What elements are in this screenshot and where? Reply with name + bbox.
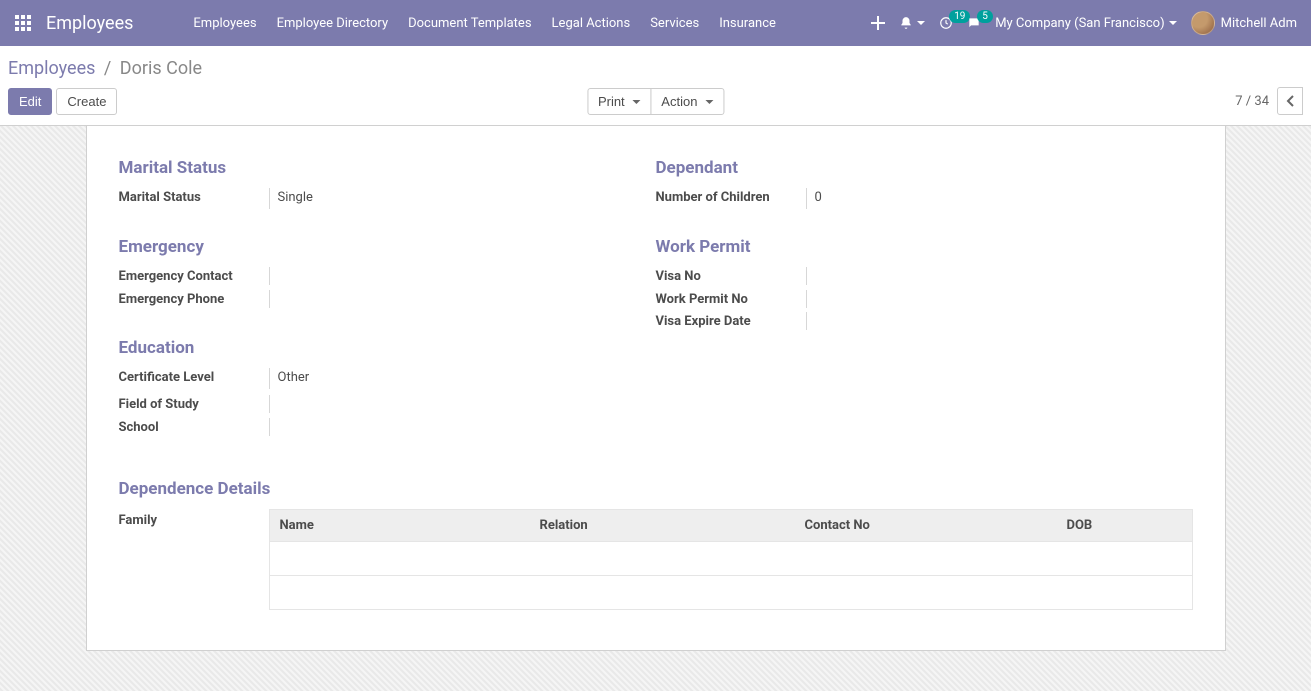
avatar [1191,11,1215,35]
label-family: Family [119,509,269,528]
section-title-emergency: Emergency [119,237,656,257]
action-button[interactable]: Action [650,88,724,115]
section-title-dependant: Dependant [656,158,1193,178]
nav-link-employees[interactable]: Employees [183,0,266,46]
table-row[interactable] [270,541,1192,575]
chevron-down-icon [632,100,640,104]
section-marital: Marital Status Marital Status Single [119,158,656,209]
family-table: Name Relation Contact No DOB [269,509,1193,610]
section-dependant: Dependant Number of Children 0 [656,158,1193,209]
breadcrumb-sep: / [104,58,111,79]
create-button[interactable]: Create [56,88,117,115]
activity-icon[interactable]: 19 [939,16,953,30]
user-name: Mitchell Adm [1221,16,1297,31]
value-certificate-level: Other [278,370,310,385]
label-work-permit-no: Work Permit No [656,290,806,311]
family-table-header: Name Relation Contact No DOB [270,510,1192,541]
label-emergency-contact: Emergency Contact [119,267,269,288]
nav-link-document-templates[interactable]: Document Templates [398,0,541,46]
section-education: Education Certificate Level Other Field … [119,338,656,438]
edit-button[interactable]: Edit [8,88,52,115]
col-dob[interactable]: DOB [1057,510,1192,541]
discuss-icon[interactable]: 5 [967,16,981,30]
col-name[interactable]: Name [270,510,530,541]
value-num-children: 0 [815,190,822,205]
table-row[interactable] [270,575,1192,609]
control-bar: Employees / Doris Cole Edit Create Print… [0,46,1311,126]
chevron-down-icon [917,21,925,25]
brand-title[interactable]: Employees [46,13,133,34]
chevron-left-icon [1286,95,1294,107]
col-relation[interactable]: Relation [530,510,795,541]
print-label: Print [598,94,625,109]
company-name: My Company (San Francisco) [995,16,1164,31]
section-title-dependence: Dependence Details [119,479,1193,499]
center-actions: Print Action [587,88,724,115]
section-emergency: Emergency Emergency Contact Emergency Ph… [119,237,656,311]
col-contact[interactable]: Contact No [795,510,1057,541]
nav-links: Employees Employee Directory Document Te… [183,0,785,46]
nav-right: 19 5 My Company (San Francisco) Mitchell… [871,11,1303,35]
label-visa-expire: Visa Expire Date [656,312,806,333]
label-marital-status: Marital Status [119,188,269,209]
breadcrumb-current: Doris Cole [120,58,202,79]
right-column: Dependant Number of Children 0 Work Perm… [656,150,1193,467]
section-title-work-permit: Work Permit [656,237,1193,257]
label-school: School [119,418,269,439]
nav-link-services[interactable]: Services [640,0,709,46]
nav-link-insurance[interactable]: Insurance [709,0,786,46]
breadcrumb: Employees / Doris Cole [0,46,1311,83]
section-title-education: Education [119,338,656,358]
page-background: Marital Status Marital Status Single Eme… [0,126,1311,691]
action-label: Action [661,94,697,109]
label-field-of-study: Field of Study [119,395,269,416]
pager: 7 / 34 [1235,87,1303,115]
nav-link-legal-actions[interactable]: Legal Actions [542,0,641,46]
section-title-marital: Marital Status [119,158,656,178]
left-column: Marital Status Marital Status Single Eme… [119,150,656,467]
user-menu[interactable]: Mitchell Adm [1191,11,1297,35]
label-visa-no: Visa No [656,267,806,288]
label-certificate-level: Certificate Level [119,368,269,389]
section-work-permit: Work Permit Visa No Work Permit No Visa … [656,237,1193,333]
apps-icon[interactable] [8,8,38,38]
label-num-children: Number of Children [656,188,806,209]
print-button[interactable]: Print [587,88,651,115]
family-block: Family Name Relation Contact No DOB [119,509,1193,610]
breadcrumb-root[interactable]: Employees [8,58,95,79]
discuss-badge: 5 [977,10,993,23]
chevron-down-icon [705,100,713,104]
company-switcher[interactable]: My Company (San Francisco) [995,16,1176,31]
plus-icon[interactable] [871,16,885,30]
label-emergency-phone: Emergency Phone [119,290,269,311]
pager-count: 7 / 34 [1235,94,1269,109]
bell-icon[interactable] [899,16,925,30]
nav-link-employee-directory[interactable]: Employee Directory [267,0,399,46]
form-sheet: Marital Status Marital Status Single Eme… [86,126,1226,651]
chevron-down-icon [1169,21,1177,25]
top-navbar: Employees Employees Employee Directory D… [0,0,1311,46]
pager-prev-button[interactable] [1277,87,1303,115]
value-marital-status: Single [278,190,313,205]
